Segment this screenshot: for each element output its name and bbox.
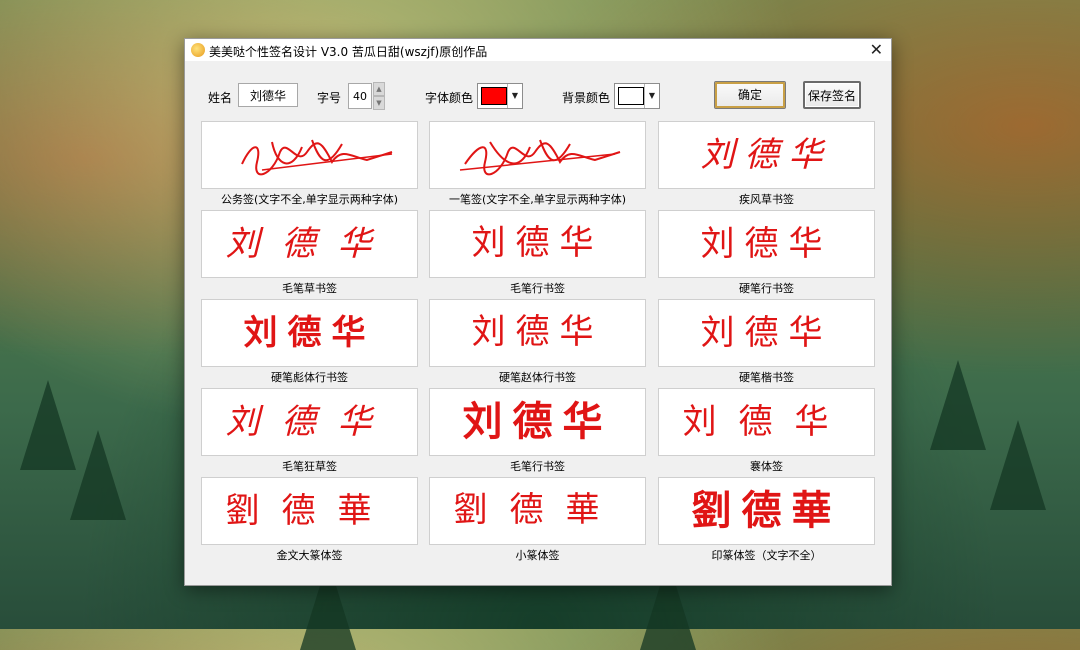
font-color-swatch: [481, 87, 507, 105]
signature-panel[interactable]: 刘德华: [201, 299, 418, 367]
client-area: 姓名 刘德华 字号 40 ▲ ▼ 字体颜色 ▼ 背景颜色 ▼ 确定 保存签名 公…: [185, 61, 891, 585]
signature-text: 刘德华: [225, 402, 394, 442]
signature-caption: 金文大篆体签: [276, 549, 343, 562]
signature-text: 刘德华: [700, 313, 833, 353]
signature-caption: 硬笔赵体行书签: [499, 371, 576, 384]
chevron-down-icon[interactable]: ▼: [644, 84, 659, 108]
font-color-picker[interactable]: ▼: [477, 83, 523, 109]
signature-panel[interactable]: 劉德華: [429, 477, 646, 545]
signature-text: 劉德華: [691, 488, 842, 534]
signature-panel[interactable]: 劉德華: [201, 477, 418, 545]
bg-color-swatch: [618, 87, 644, 105]
signature-panel[interactable]: 刘德华: [201, 388, 418, 456]
confirm-button[interactable]: 确定: [714, 81, 786, 109]
name-input[interactable]: 刘德华: [238, 83, 298, 107]
signature-panel[interactable]: 刘德华: [201, 210, 418, 278]
signature-scribble: [241, 139, 393, 176]
signature-panel[interactable]: [429, 121, 646, 189]
signature-caption: 硬笔楷书签: [739, 371, 794, 384]
signature-text: 刘德华: [471, 225, 604, 262]
signature-caption: 毛笔行书签: [510, 282, 565, 295]
signature-panel[interactable]: 刘德华: [429, 210, 646, 278]
size-spinner[interactable]: ▲ ▼: [373, 82, 385, 110]
signature-caption: 一笔签(文字不全,单字显示两种字体): [448, 193, 627, 206]
signature-caption: 褰体签: [750, 460, 783, 473]
save-signature-button[interactable]: 保存签名: [803, 81, 861, 109]
app-icon: [191, 43, 205, 57]
signature-text: 刘德华: [462, 399, 613, 444]
signature-panel[interactable]: [201, 121, 418, 189]
chevron-down-icon[interactable]: ▼: [507, 84, 522, 108]
signature-text: 刘德华: [700, 224, 833, 264]
signature-panel[interactable]: 刘德华: [658, 210, 875, 278]
signature-panel[interactable]: 刘德华: [429, 299, 646, 367]
app-window: 美美哒个性签名设计 V3.0 苦瓜日甜(wszjf)原创作品 ✕ 姓名 刘德华 …: [184, 38, 892, 586]
signature-text: 劉德華: [453, 492, 622, 529]
signature-panel[interactable]: 刘德华: [658, 388, 875, 456]
signature-panel[interactable]: 刘德华: [658, 299, 875, 367]
signature-text: 刘德华: [471, 314, 604, 351]
window-title: 美美哒个性签名设计 V3.0 苦瓜日甜(wszjf)原创作品: [209, 45, 488, 59]
bg-color-label: 背景颜色: [562, 91, 611, 105]
signature-panel[interactable]: 刘德华: [429, 388, 646, 456]
signature-caption: 硬笔彪体行书签: [271, 371, 348, 384]
signature-text: 刘德华: [682, 402, 851, 442]
signature-caption: 硬笔行书签: [739, 282, 794, 295]
signature-text: 刘德华: [243, 313, 376, 353]
bg-color-picker[interactable]: ▼: [614, 83, 660, 109]
signature-caption: 公务签(文字不全,单字显示两种字体): [220, 193, 399, 206]
signature-scribble: [459, 139, 621, 176]
signature-caption: 印篆体签（文字不全）: [711, 549, 822, 562]
name-label: 姓名: [208, 91, 233, 105]
signature-panel[interactable]: 刘德华: [658, 121, 875, 189]
close-icon[interactable]: ✕: [870, 40, 883, 59]
background-tree: [70, 430, 126, 520]
signature-panel[interactable]: 劉德華: [658, 477, 875, 545]
signature-caption: 毛笔草书签: [282, 282, 337, 295]
size-label: 字号: [317, 91, 342, 105]
signature-caption: 小篆体签: [515, 549, 560, 562]
signature-caption: 毛笔狂草签: [282, 460, 337, 473]
background-tree: [990, 420, 1046, 510]
size-input[interactable]: 40: [348, 83, 372, 109]
background-tree: [20, 380, 76, 470]
signature-text: 劉德華: [225, 491, 394, 531]
signature-caption: 疾风草书签: [739, 193, 794, 206]
background-tree: [930, 360, 986, 450]
spin-down-icon[interactable]: ▼: [373, 96, 385, 110]
spin-up-icon[interactable]: ▲: [373, 82, 385, 96]
signature-text: 刘德华: [700, 135, 833, 175]
font-color-label: 字体颜色: [425, 91, 474, 105]
signature-caption: 毛笔行书签: [510, 460, 565, 473]
title-bar[interactable]: 美美哒个性签名设计 V3.0 苦瓜日甜(wszjf)原创作品 ✕: [185, 39, 891, 61]
signature-text: 刘德华: [225, 224, 394, 264]
